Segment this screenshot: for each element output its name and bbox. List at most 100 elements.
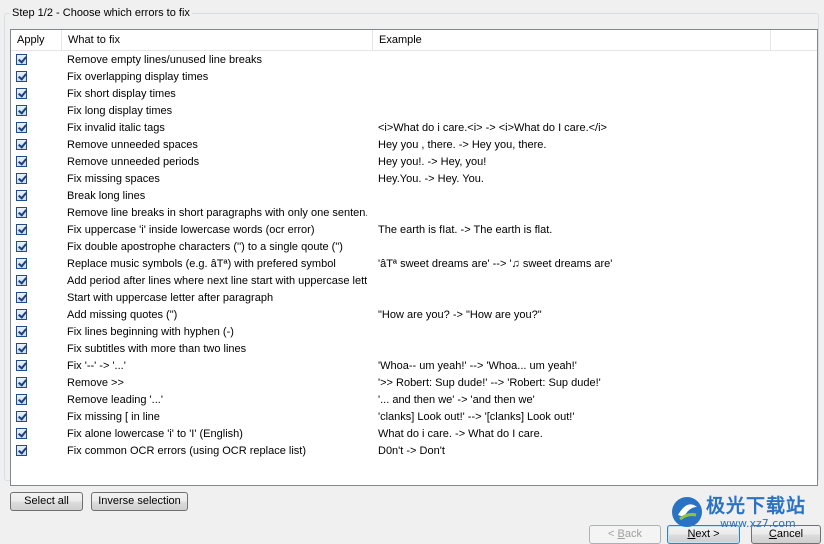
example-cell: Hey you , there. -> Hey you, there. <box>378 139 547 151</box>
list-item[interactable]: Fix subtitles with more than two lines <box>11 341 817 358</box>
what-to-fix-cell: Fix '--' -> '...' <box>67 360 126 372</box>
what-to-fix-cell: Fix invalid italic tags <box>67 122 165 134</box>
what-to-fix-cell: Fix uppercase 'i' inside lowercase words… <box>67 224 315 236</box>
apply-checkbox[interactable] <box>16 88 27 99</box>
what-to-fix-cell: Remove line breaks in short paragraphs w… <box>67 207 367 219</box>
apply-checkbox[interactable] <box>16 258 27 269</box>
apply-checkbox[interactable] <box>16 411 27 422</box>
list-item[interactable]: Start with uppercase letter after paragr… <box>11 290 817 307</box>
example-cell: '... and then we' -> 'and then we' <box>378 394 535 406</box>
what-to-fix-cell: Remove leading '...' <box>67 394 163 406</box>
list-item[interactable]: Fix double apostrophe characters ('') to… <box>11 239 817 256</box>
what-to-fix-cell: Fix common OCR errors (using OCR replace… <box>67 445 306 457</box>
apply-checkbox[interactable] <box>16 377 27 388</box>
list-item[interactable]: Break long lines <box>11 188 817 205</box>
what-to-fix-cell: Fix overlapping display times <box>67 71 209 83</box>
list-item[interactable]: Fix '--' -> '...' 'Whoa-- um yeah!' --> '… <box>11 358 817 375</box>
apply-checkbox[interactable] <box>16 173 27 184</box>
what-to-fix-cell: Add period after lines where next line s… <box>67 275 367 287</box>
apply-checkbox[interactable] <box>16 343 27 354</box>
list-item[interactable]: Fix uppercase 'i' inside lowercase words… <box>11 222 817 239</box>
what-to-fix-cell: Fix short display times <box>67 88 176 100</box>
list-item[interactable]: Replace music symbols (e.g. âTª) with pr… <box>11 256 817 273</box>
back-button[interactable]: < Back <box>589 525 661 544</box>
apply-checkbox[interactable] <box>16 394 27 405</box>
column-header-filler <box>771 30 817 50</box>
apply-checkbox[interactable] <box>16 292 27 303</box>
list-item[interactable]: Fix invalid italic tags <i>What do i care… <box>11 120 817 137</box>
what-to-fix-cell: Fix missing [ in line <box>67 411 160 423</box>
list-item[interactable]: Remove unneeded periods Hey you!. -> Hey,… <box>11 154 817 171</box>
column-header-what-to-fix[interactable]: What to fix <box>62 30 373 50</box>
example-cell: Hey.You. -> Hey. You. <box>378 173 484 185</box>
what-to-fix-cell: Fix subtitles with more than two lines <box>67 343 247 355</box>
list-item[interactable]: Add period after lines where next line s… <box>11 273 817 290</box>
list-item[interactable]: Fix common OCR errors (using OCR replace… <box>11 443 817 460</box>
apply-checkbox[interactable] <box>16 224 27 235</box>
apply-checkbox[interactable] <box>16 428 27 439</box>
example-cell <box>378 341 768 358</box>
example-cell <box>378 239 768 256</box>
list-item[interactable]: Fix short display times <box>11 86 817 103</box>
what-to-fix-cell: Start with uppercase letter after paragr… <box>67 292 274 304</box>
example-cell: 'Whoa-- um yeah!' --> 'Whoa... um yeah!' <box>378 360 577 372</box>
inverse-selection-button[interactable]: Inverse selection <box>91 492 188 511</box>
example-cell: '>> Robert: Sup dude!' --> 'Robert: Sup … <box>378 377 601 389</box>
list-item[interactable]: Remove leading '...' '... and then we' ->… <box>11 392 817 409</box>
list-item[interactable]: Fix lines beginning with hyphen (-) <box>11 324 817 341</box>
watermark: 极光下载站 www.xz7.com <box>670 487 820 541</box>
what-to-fix-cell: Fix double apostrophe characters ('') to… <box>67 241 343 253</box>
example-cell <box>378 324 768 341</box>
list-item[interactable]: Fix long display times <box>11 103 817 120</box>
column-header-example[interactable]: Example <box>373 30 771 50</box>
example-cell: <i>What do i care.<i> -> <i>What do I ca… <box>378 122 607 134</box>
example-cell: 'clanks] Look out!' --> '[clanks] Look o… <box>378 411 575 423</box>
select-all-button[interactable]: Select all <box>10 492 83 511</box>
what-to-fix-cell: Remove >> <box>67 377 124 389</box>
list-item[interactable]: Remove unneeded spaces Hey you , there. -… <box>11 137 817 154</box>
list-item[interactable]: Fix overlapping display times <box>11 69 817 86</box>
apply-checkbox[interactable] <box>16 360 27 371</box>
apply-checkbox[interactable] <box>16 156 27 167</box>
fix-list[interactable]: Apply What to fix Example Remove empty l… <box>10 29 818 486</box>
what-to-fix-cell: Add missing quotes (") <box>67 309 178 321</box>
column-header-apply[interactable]: Apply <box>11 30 62 50</box>
example-cell: D0n't -> Don't <box>378 445 445 457</box>
what-to-fix-cell: Fix alone lowercase 'i' to 'I' (English) <box>67 428 243 440</box>
apply-checkbox[interactable] <box>16 105 27 116</box>
example-cell <box>378 290 768 307</box>
example-cell: Hey you!. -> Hey, you! <box>378 156 487 168</box>
list-item[interactable]: Remove >> '>> Robert: Sup dude!' --> 'Rob… <box>11 375 817 392</box>
what-to-fix-cell: Replace music symbols (e.g. âTª) with pr… <box>67 258 336 270</box>
list-item[interactable]: Add missing quotes (") "How are you? -> "… <box>11 307 817 324</box>
example-cell <box>378 69 768 86</box>
example-cell <box>378 52 768 69</box>
group-title: Step 1/2 - Choose which errors to fix <box>10 6 192 20</box>
apply-checkbox[interactable] <box>16 54 27 65</box>
apply-checkbox[interactable] <box>16 309 27 320</box>
apply-checkbox[interactable] <box>16 207 27 218</box>
apply-checkbox[interactable] <box>16 241 27 252</box>
apply-checkbox[interactable] <box>16 139 27 150</box>
example-cell <box>378 86 768 103</box>
apply-checkbox[interactable] <box>16 122 27 133</box>
apply-checkbox[interactable] <box>16 445 27 456</box>
what-to-fix-cell: Remove empty lines/unused line breaks <box>67 54 263 66</box>
list-item[interactable]: Remove empty lines/unused line breaks <box>11 52 817 69</box>
example-cell: 'âTª sweet dreams are' --> '♫ sweet drea… <box>378 258 613 270</box>
list-item[interactable]: Remove line breaks in short paragraphs w… <box>11 205 817 222</box>
list-header: Apply What to fix Example <box>11 30 817 51</box>
apply-checkbox[interactable] <box>16 275 27 286</box>
apply-checkbox[interactable] <box>16 71 27 82</box>
example-cell: What do i care. -> What do I care. <box>378 428 543 440</box>
list-item[interactable]: Fix missing spaces Hey.You. -> Hey. You. <box>11 171 817 188</box>
list-item[interactable]: Fix alone lowercase 'i' to 'I' (English)… <box>11 426 817 443</box>
apply-checkbox[interactable] <box>16 190 27 201</box>
watermark-url: www.xz7.com <box>720 517 796 530</box>
what-to-fix-cell: Fix missing spaces <box>67 173 160 185</box>
watermark-logo-icon <box>672 497 702 527</box>
apply-checkbox[interactable] <box>16 326 27 337</box>
what-to-fix-cell: Remove unneeded spaces <box>67 139 198 151</box>
what-to-fix-cell: Fix long display times <box>67 105 173 117</box>
list-item[interactable]: Fix missing [ in line 'clanks] Look out!'… <box>11 409 817 426</box>
